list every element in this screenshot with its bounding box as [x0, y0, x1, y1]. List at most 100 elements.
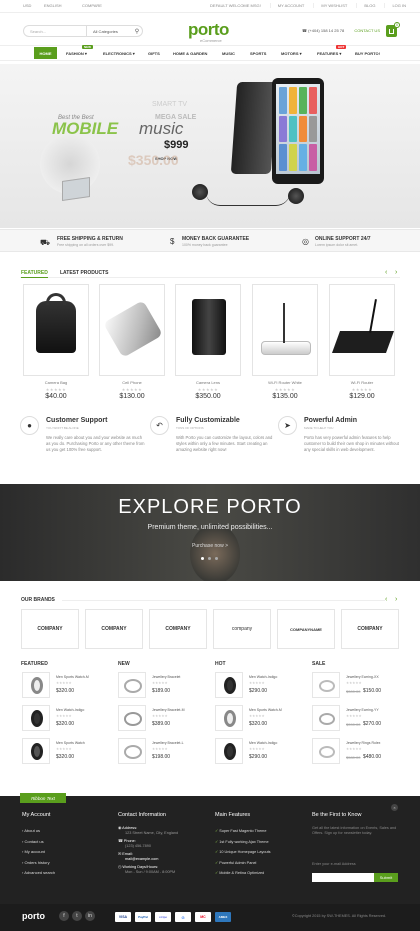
submit-button[interactable]: Submit [374, 873, 398, 882]
footer-link[interactable]: › Advanced search [22, 868, 55, 879]
twitter-icon[interactable]: t [72, 911, 82, 921]
product-name[interactable]: Camera Bag [23, 380, 89, 385]
hero-slider[interactable]: Best the Best SMART TV MEGA SALE MOBILE … [0, 64, 420, 228]
mini-product-image[interactable] [118, 705, 146, 731]
brands-next-icon[interactable]: › [395, 596, 400, 603]
brand-logo[interactable]: COMPANY [341, 609, 399, 649]
my-wishlist-link[interactable]: MY WISHLIST [313, 3, 347, 8]
site-logo[interactable]: porto [188, 20, 229, 40]
mini-product-image[interactable] [312, 672, 340, 698]
nav-music[interactable]: MUSIC [222, 51, 235, 56]
mini-product-image[interactable] [215, 672, 243, 698]
brands-prev-icon[interactable]: ‹ [385, 596, 390, 603]
my-account-link[interactable]: MY ACCOUNT [269, 3, 304, 8]
mini-product-image[interactable] [118, 672, 146, 698]
compare-link[interactable]: COMPARE [82, 3, 102, 8]
blog-link[interactable]: BLOG [356, 3, 375, 8]
login-link[interactable]: LOG IN [384, 3, 406, 8]
feature-item[interactable]: ✓ 1st Fully working Ajax Theme [215, 837, 271, 848]
mini-product-image[interactable] [312, 705, 340, 731]
footer-link[interactable]: › About us [22, 826, 55, 837]
cart-button[interactable]: 0 [386, 22, 400, 37]
nav-sports[interactable]: SPORTS [250, 51, 266, 56]
camera-bag-image [36, 301, 76, 353]
search-input[interactable]: Search... [30, 29, 86, 34]
feature-item[interactable]: ✓ Mobile & Retina Optimized [215, 868, 271, 879]
newsletter-input[interactable] [312, 873, 374, 882]
mini-product-name[interactable]: Jewellery Earring-XX [346, 675, 379, 679]
footer-link[interactable]: › My account [22, 847, 55, 858]
feature-item[interactable]: ✓ 10 Unique Homepage Layouts [215, 847, 271, 858]
rating-stars: ★★★★★ [346, 747, 362, 751]
mini-product-name[interactable]: Men Watch-Indigo [249, 675, 277, 679]
nav-electronics[interactable]: ELECTRONICS ▾ [103, 51, 135, 56]
mini-product-image[interactable] [22, 738, 50, 764]
mini-product-name[interactable]: Jewellery Rings Rolex [346, 741, 380, 745]
mini-product-name[interactable]: Men Sports Watch-M [249, 708, 282, 712]
slider-dot[interactable] [215, 557, 218, 560]
slider-dot[interactable] [208, 557, 211, 560]
mini-product-name[interactable]: Jewellery Bracelet [152, 675, 180, 679]
product-card[interactable] [23, 284, 89, 376]
nav-home[interactable]: HOME [34, 47, 57, 59]
tab-latest-products[interactable]: LATEST PRODUCTS [60, 270, 109, 276]
footer-link[interactable]: › Orders history [22, 858, 55, 869]
product-name[interactable]: Camera Lens [175, 380, 241, 385]
product-card[interactable] [175, 284, 241, 376]
brand-logo[interactable]: COMPANYNAME [277, 609, 335, 649]
mini-product-price: $320.00 [249, 721, 268, 727]
mini-product-image[interactable] [215, 738, 243, 764]
mini-product-name[interactable]: Men Sports Watch-M [56, 675, 89, 679]
mini-product-name[interactable]: Jewellery Earring-YY [346, 708, 379, 712]
nav-buy-porto[interactable]: BUY PORTO! [355, 51, 380, 56]
mini-product-image[interactable] [22, 705, 50, 731]
search-icon[interactable]: ⚲ [132, 28, 142, 35]
nav-features[interactable]: FEATURES ▾ HOT [317, 45, 347, 56]
email-link[interactable]: mail@example.com [125, 857, 178, 862]
product-card[interactable] [329, 284, 395, 376]
mini-product-image[interactable] [22, 672, 50, 698]
nav-fashion[interactable]: FASHION ▾ NEW [66, 45, 93, 56]
brand-logo[interactable]: company [213, 609, 271, 649]
nav-gifts[interactable]: GIFTS [148, 51, 160, 56]
mini-product-old-price: $580.00 [346, 755, 361, 760]
info-subtitle: TONS OF OPTIONS [176, 426, 204, 430]
category-select[interactable]: All Categories [86, 26, 132, 36]
footer-link[interactable]: › Contact us [22, 837, 55, 848]
footer-logo[interactable]: porto [22, 911, 45, 921]
slider-dot[interactable] [201, 557, 204, 560]
contact-us-link[interactable]: CONTACT US [354, 28, 380, 33]
mini-product-name[interactable]: Men Watch-Indigo [56, 708, 84, 712]
product-card[interactable] [252, 284, 318, 376]
nav-motors[interactable]: MOTORS ▾ [281, 51, 302, 56]
tab-featured[interactable]: FEATURED [21, 270, 48, 278]
linkedin-icon[interactable]: in [85, 911, 95, 921]
nav-home-garden[interactable]: HOME & GARDEN [173, 51, 207, 56]
feature-item[interactable]: ✓ Powerful Admin Panel [215, 858, 271, 869]
purchase-now-link[interactable]: Purchase now > [0, 543, 420, 549]
mini-product-price: $270.00 [363, 721, 382, 727]
brand-logo[interactable]: COMPANY [149, 609, 207, 649]
mini-product-image[interactable] [118, 738, 146, 764]
language-select[interactable]: ENGLISH [44, 3, 62, 8]
products-next-icon[interactable]: › [395, 269, 400, 276]
product-name[interactable]: Cell Phone [99, 380, 165, 385]
rating-stars: ★★★★★ [152, 747, 168, 751]
products-prev-icon[interactable]: ‹ [385, 269, 390, 276]
feature-item[interactable]: ✓ Super Fast Magento Theme [215, 826, 271, 837]
mini-product-name[interactable]: Men Sports Watch [56, 741, 85, 745]
nav-features-label: FEATURES [317, 51, 339, 56]
mini-product-name[interactable]: Jewellery Bracelet-L [152, 741, 184, 745]
product-name[interactable]: Wi-Fi Router White [252, 380, 318, 385]
facebook-icon[interactable]: f [59, 911, 69, 921]
mini-product-name[interactable]: Jewellery Bracelet-M [152, 708, 184, 712]
mini-product-name[interactable]: Men Watch-Indigo [249, 741, 277, 745]
currency-select[interactable]: USD [23, 3, 31, 8]
mini-product-image[interactable] [215, 705, 243, 731]
brand-logo[interactable]: COMPANY [85, 609, 143, 649]
close-icon[interactable]: × [391, 804, 398, 811]
product-card[interactable] [99, 284, 165, 376]
brand-logo[interactable]: COMPANY [21, 609, 79, 649]
mini-product-image[interactable] [312, 738, 340, 764]
product-name[interactable]: Wi-Fi Router [329, 380, 395, 385]
